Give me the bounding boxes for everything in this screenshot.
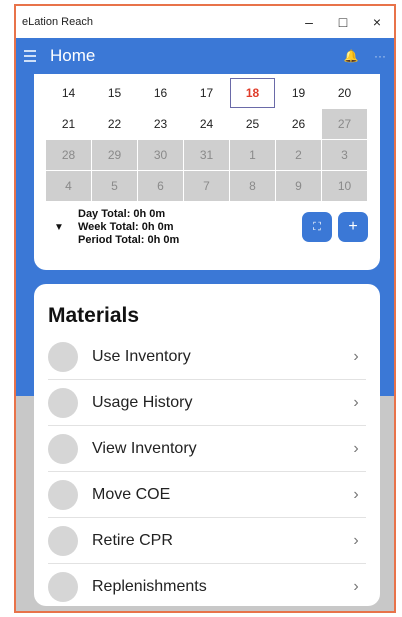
list-item[interactable]: Replenishments › — [48, 564, 366, 610]
day-total: Day Total: 0h 0m — [78, 208, 166, 220]
list-item[interactable]: Usage History › — [48, 380, 366, 426]
app-bar: Home 🔔 ··· — [16, 38, 394, 74]
window-title: eLation Reach — [22, 16, 93, 28]
calendar-day[interactable]: 21 — [46, 109, 91, 139]
hamburger-menu-icon[interactable] — [16, 50, 44, 62]
item-circle-icon — [48, 572, 78, 602]
page-title: Home — [50, 46, 96, 65]
more-options-icon[interactable]: ··· — [366, 49, 394, 63]
materials-card: Materials Use Inventory › Usage History › Vi… — [34, 284, 380, 606]
calendar-day[interactable]: 30 — [138, 140, 183, 170]
add-button[interactable]: + — [338, 212, 368, 242]
chevron-right-icon: › — [353, 347, 359, 365]
close-button[interactable]: × — [360, 14, 394, 30]
period-total: Period Total: 0h 0m — [78, 234, 180, 246]
calendar-day[interactable]: 27 — [322, 109, 367, 139]
bell-icon[interactable]: 🔔 — [336, 49, 366, 63]
calendar-day[interactable]: 16 — [138, 78, 183, 108]
list-item-label: Use Inventory — [92, 347, 191, 365]
list-item-label: Usage History — [92, 393, 193, 411]
chevron-right-icon: › — [353, 578, 359, 595]
item-circle-icon — [48, 341, 78, 372]
app-window: eLation Reach – □ × Home 🔔 ··· 14 15 16 17 1… — [14, 4, 396, 613]
expand-icon: ⛶ — [313, 220, 321, 233]
calendar-day[interactable]: 3 — [322, 140, 367, 170]
plus-icon: + — [348, 218, 358, 235]
item-circle-icon — [48, 479, 78, 510]
totals-text: Day Total: 0h 0m Week Total: 0h 0m Perio… — [78, 208, 179, 247]
list-item-label: View Inventory — [92, 439, 197, 457]
list-item-label: Retire CPR — [92, 531, 173, 549]
chevron-right-icon: › — [353, 531, 359, 549]
list-item[interactable]: Move COE › — [48, 472, 366, 518]
item-circle-icon — [48, 387, 78, 418]
item-circle-icon — [48, 433, 78, 464]
calendar-day[interactable]: 31 — [184, 140, 229, 170]
calendar-day[interactable]: 17 — [184, 78, 229, 108]
expand-button[interactable]: ⛶ — [302, 212, 332, 242]
calendar-day[interactable]: 19 — [276, 78, 321, 108]
week-total: Week Total: 0h 0m — [78, 221, 174, 233]
list-item[interactable]: Use Inventory › — [48, 334, 366, 380]
calendar-day[interactable]: 15 — [92, 78, 137, 108]
title-bar: eLation Reach – □ × — [16, 6, 394, 38]
calendar-day[interactable]: 9 — [276, 171, 321, 201]
materials-title: Materials — [48, 304, 140, 327]
calendar-day[interactable]: 14 — [46, 78, 91, 108]
list-item-label: Replenishments — [92, 578, 207, 595]
calendar-day[interactable]: 23 — [138, 109, 183, 139]
calendar-day[interactable]: 7 — [184, 171, 229, 201]
chevron-right-icon: › — [353, 393, 359, 411]
chevron-right-icon: › — [353, 485, 359, 503]
calendar-day[interactable]: 4 — [46, 171, 91, 201]
calendar-day[interactable]: 2 — [276, 140, 321, 170]
calendar-day-today[interactable]: 18 — [230, 78, 275, 108]
chevron-right-icon: › — [353, 439, 359, 457]
calendar-day[interactable]: 5 — [92, 171, 137, 201]
materials-list: Use Inventory › Usage History › View Invento… — [48, 334, 366, 610]
calendar-day[interactable]: 25 — [230, 109, 275, 139]
maximize-button[interactable]: □ — [326, 14, 360, 30]
calendar-day[interactable]: 1 — [230, 140, 275, 170]
item-circle-icon — [48, 525, 78, 556]
caret-down-icon[interactable]: ▼ — [54, 222, 78, 233]
calendar-grid: 14 15 16 17 18 19 20 21 22 23 24 25 26 27 28 29 30 31 1 2 3 4… — [46, 78, 367, 201]
minimize-button[interactable]: – — [292, 14, 326, 30]
list-item[interactable]: Retire CPR › — [48, 518, 366, 564]
calendar-day[interactable]: 24 — [184, 109, 229, 139]
calendar-day[interactable]: 20 — [322, 78, 367, 108]
list-item-label: Move COE — [92, 485, 171, 503]
calendar-day[interactable]: 8 — [230, 171, 275, 201]
calendar-day[interactable]: 10 — [322, 171, 367, 201]
calendar-day[interactable]: 28 — [46, 140, 91, 170]
list-item[interactable]: View Inventory › — [48, 426, 366, 472]
calendar-day[interactable]: 22 — [92, 109, 137, 139]
calendar-card: 14 15 16 17 18 19 20 21 22 23 24 25 26 27 28 29 30 31 1 2 3 4… — [34, 74, 380, 270]
totals-section: ▼ Day Total: 0h 0m Week Total: 0h 0m Per… — [54, 208, 179, 247]
calendar-day[interactable]: 26 — [276, 109, 321, 139]
calendar-day[interactable]: 29 — [92, 140, 137, 170]
calendar-day[interactable]: 6 — [138, 171, 183, 201]
